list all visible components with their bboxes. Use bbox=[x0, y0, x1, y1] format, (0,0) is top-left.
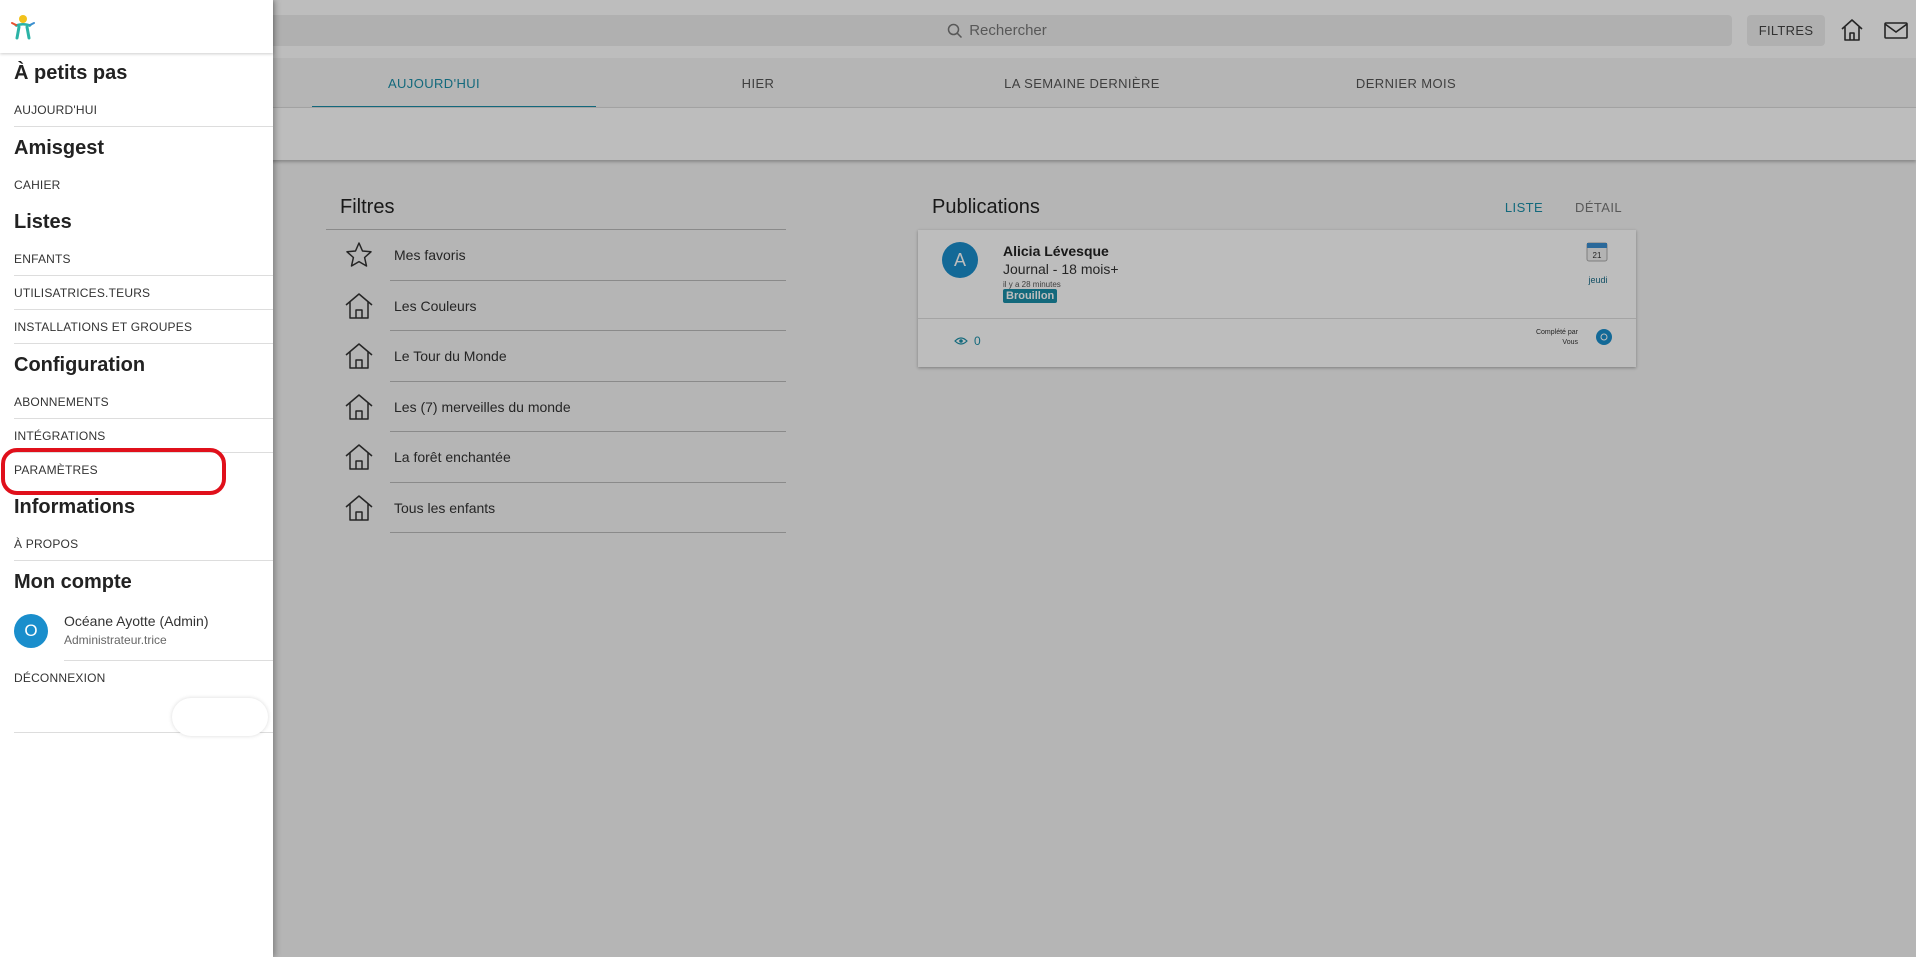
divider bbox=[14, 309, 273, 310]
divider bbox=[14, 126, 273, 127]
app-logo-icon bbox=[11, 14, 35, 39]
dim-overlay[interactable] bbox=[0, 0, 1916, 957]
highlight-annotation bbox=[1, 448, 226, 495]
section-title-configuration: Configuration bbox=[14, 354, 146, 376]
nav-item-abonnements[interactable]: ABONNEMENTS bbox=[14, 395, 273, 409]
nav-item-users[interactable]: UTILISATRICES.TEURS bbox=[14, 286, 273, 300]
divider bbox=[14, 275, 273, 276]
nav-item-today[interactable]: AUJOURD'HUI bbox=[14, 103, 273, 117]
divider bbox=[14, 343, 273, 344]
section-title-informations: Informations bbox=[14, 496, 136, 518]
divider bbox=[64, 660, 273, 661]
account-name[interactable]: Océane Ayotte (Admin) bbox=[64, 613, 208, 629]
drawer-header bbox=[0, 0, 273, 53]
drawer-pill-toggle[interactable] bbox=[172, 698, 268, 736]
divider bbox=[14, 560, 273, 561]
nav-item-cahier[interactable]: CAHIER bbox=[14, 178, 273, 192]
section-title-amisgest: Amisgest bbox=[14, 137, 105, 159]
nav-item-installations[interactable]: INSTALLATIONS ET GROUPES bbox=[14, 320, 273, 334]
nav-item-about[interactable]: À PROPOS bbox=[14, 537, 273, 551]
section-title-mon-compte: Mon compte bbox=[14, 571, 132, 593]
nav-item-integrations[interactable]: INTÉGRATIONS bbox=[14, 429, 273, 443]
navigation-drawer: À petits pas AUJOURD'HUI Amisgest CAHIER… bbox=[0, 0, 273, 957]
account-avatar[interactable]: O bbox=[14, 614, 48, 648]
logout-button[interactable]: DÉCONNEXION bbox=[14, 671, 273, 685]
section-title-a-petits-pas: À petits pas bbox=[14, 62, 128, 84]
account-role: Administrateur.trice bbox=[64, 633, 167, 647]
divider bbox=[14, 418, 273, 419]
section-title-listes: Listes bbox=[14, 211, 72, 233]
nav-item-enfants[interactable]: ENFANTS bbox=[14, 252, 273, 266]
